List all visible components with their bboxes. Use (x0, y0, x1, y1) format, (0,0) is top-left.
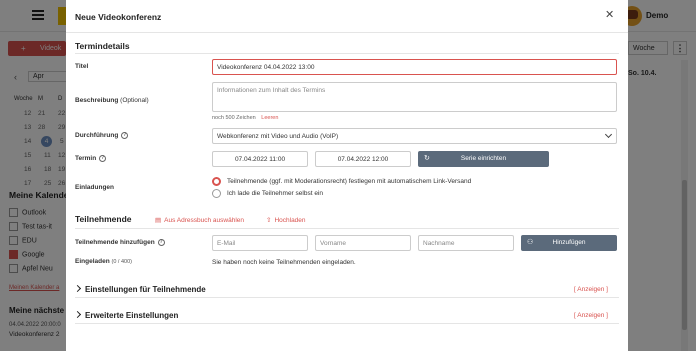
add-participant-button[interactable]: ⚇ Hinzufügen (521, 235, 617, 251)
chevron-right-icon (73, 284, 82, 293)
invitations-label: Einladungen (75, 184, 114, 191)
new-videoconference-dialog: Neue Videokonferenz ✕ Termindetails Tite… (66, 0, 628, 351)
advanced-settings-toggle[interactable]: Erweiterte Einstellungen (73, 310, 179, 320)
info-icon[interactable]: ? (99, 155, 107, 162)
lastname-field[interactable]: Nachname (418, 235, 514, 251)
dialog-title: Neue Videokonferenz (75, 12, 162, 22)
date-label: Termin? (75, 155, 107, 163)
repeat-icon: ↻ (424, 155, 430, 162)
divider (75, 228, 619, 229)
upload-link[interactable]: ⇧ Hochladen (266, 216, 306, 224)
section-title-participants: Teilnehmende (75, 214, 132, 224)
series-button[interactable]: ↻ Serie einrichten (418, 151, 549, 167)
address-book-link[interactable]: ▤ Aus Adressbuch auswählen (155, 216, 244, 224)
participant-settings-title: Einstellungen für Teilnehmende (85, 285, 206, 294)
end-datetime-input[interactable]: 07.04.2022 12:00 (315, 151, 411, 167)
add-participants-label: Teilnehmende hinzufügen? (75, 239, 165, 246)
description-textarea[interactable]: Informationen zum Inhalt des Termins (212, 82, 617, 112)
add-button-label: Hinzufügen (552, 239, 586, 246)
address-book-icon: ▤ (155, 217, 162, 224)
info-icon[interactable]: ? (121, 132, 129, 139)
execution-label: Durchführung? (75, 132, 129, 140)
start-datetime-input[interactable]: 07.04.2022 11:00 (212, 151, 308, 167)
no-participants-text: Sie haben noch keine Teilnehmenden einge… (212, 259, 356, 266)
show-advanced-settings-link[interactable]: [ Anzeigen ] (574, 312, 608, 319)
invited-count: (0 / 400) (111, 259, 132, 265)
divider (75, 297, 619, 298)
execution-label-text: Durchführung (75, 132, 119, 140)
date-label-text: Termin (75, 155, 97, 163)
description-label: Beschreibung (Optional) (75, 97, 149, 104)
upload-icon: ⇧ (266, 217, 272, 224)
execution-select[interactable]: Webkonferenz mit Video und Audio (VoIP) (212, 128, 617, 144)
invite-auto-radio[interactable] (212, 177, 221, 186)
advanced-settings-title: Erweiterte Einstellungen (85, 311, 179, 320)
execution-select-value: Webkonferenz mit Video und Audio (VoIP) (217, 133, 339, 140)
chevron-down-icon (604, 130, 613, 139)
close-icon[interactable]: ✕ (605, 10, 614, 21)
chars-left-text: noch 500 Zeichen (212, 115, 256, 121)
section-title-details: Termindetails (75, 41, 130, 51)
title-label: Titel (75, 63, 89, 70)
show-participant-settings-link[interactable]: [ Anzeigen ] (574, 286, 608, 293)
divider (75, 323, 619, 324)
chars-left-hint: noch 500 Zeichen Leeren (212, 115, 278, 121)
series-button-label: Serie einrichten (460, 155, 507, 162)
participant-settings-toggle[interactable]: Einstellungen für Teilnehmende (73, 284, 206, 294)
add-user-icon: ⚇ (527, 239, 534, 246)
dialog-header: Neue Videokonferenz ✕ (66, 0, 628, 33)
firstname-field[interactable]: Vorname (315, 235, 411, 251)
invite-auto-label[interactable]: Teilnehmende (ggf. mit Moderationsrecht)… (227, 178, 471, 185)
invited-label-text: Eingeladen (75, 258, 110, 265)
description-label-text: Beschreibung (75, 97, 119, 104)
description-optional: (Optional) (120, 97, 149, 104)
chevron-right-icon (73, 310, 82, 319)
invite-self-label[interactable]: Ich lade die Teilnehmer selbst ein (227, 190, 323, 197)
divider (75, 53, 619, 54)
clear-description-link[interactable]: Leeren (261, 115, 278, 121)
title-input[interactable]: Videokonferenz 04.04.2022 13:00 (212, 59, 617, 75)
invited-label: Eingeladen (0 / 400) (75, 258, 132, 265)
email-field[interactable]: E-Mail (212, 235, 308, 251)
upload-link-text: Hochladen (274, 217, 306, 224)
info-icon[interactable]: ? (157, 239, 165, 246)
add-participants-label-text: Teilnehmende hinzufügen (75, 239, 155, 247)
address-book-link-text: Aus Adressbuch auswählen (164, 217, 245, 224)
invite-self-radio[interactable] (212, 189, 221, 198)
